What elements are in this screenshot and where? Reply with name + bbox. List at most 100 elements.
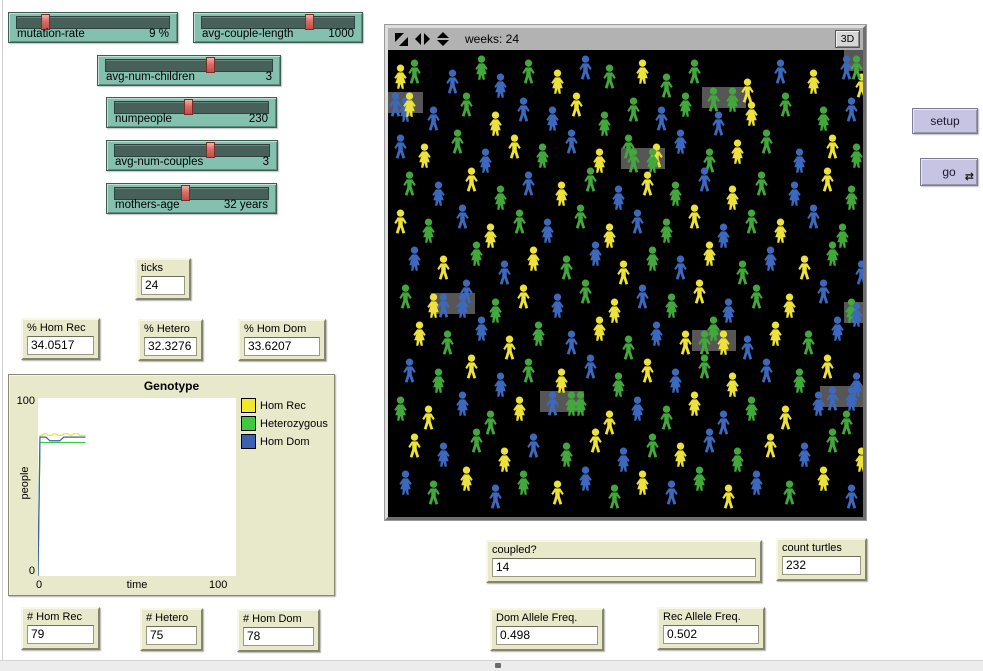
person-turtle (550, 293, 565, 318)
go-button-label: go (942, 165, 955, 179)
fullscreen-icon[interactable] (395, 33, 408, 46)
person-turtle (564, 391, 579, 416)
person-turtle (597, 111, 612, 136)
person-turtle (488, 298, 503, 323)
legend-swatch-hom-rec (241, 398, 256, 413)
person-turtle (692, 279, 707, 304)
person-turtle (697, 330, 712, 355)
forever-icon: ⇄ (965, 170, 974, 183)
go-button[interactable]: go ⇄ (920, 158, 978, 186)
person-turtle (469, 241, 484, 266)
y-axis-label: people (19, 453, 31, 513)
slider-label: avg-num-couples (115, 156, 203, 168)
slider-value: 32 years (224, 199, 268, 211)
person-turtle (407, 246, 422, 271)
monitor-value: 32.3276 (144, 337, 197, 356)
person-turtle (673, 255, 688, 280)
view-3d-button[interactable]: 3D (835, 30, 860, 48)
person-turtle (806, 69, 821, 94)
slider-avg-num-couples[interactable]: avg-num-couples 3 (106, 140, 278, 171)
person-turtle (564, 129, 579, 154)
person-turtle (573, 204, 588, 229)
window-left-edge (2, 0, 3, 661)
person-turtle (635, 59, 650, 84)
person-turtle (721, 298, 736, 323)
slider-avg-num-children[interactable]: avg-num-children 3 (97, 55, 281, 86)
person-turtle (550, 480, 565, 505)
person-turtle (849, 143, 863, 168)
slider-mutation-rate[interactable]: mutation-rate 9 % (8, 12, 178, 43)
setup-button-label: setup (930, 114, 959, 128)
person-turtle (516, 470, 531, 495)
person-turtle (792, 148, 807, 173)
person-turtle (616, 260, 631, 285)
person-turtle (635, 284, 650, 309)
person-turtle (697, 167, 712, 192)
person-turtle (721, 484, 736, 509)
slider-value: 230 (249, 113, 268, 125)
legend-label: Heterozygous (260, 418, 328, 430)
person-turtle (393, 209, 408, 234)
monitor-value: 79 (27, 625, 94, 644)
monitor-value: 14 (492, 558, 756, 577)
person-turtle (673, 129, 688, 154)
person-turtle (521, 171, 536, 196)
person-turtle (483, 410, 498, 435)
person-turtle (588, 241, 603, 266)
vertical-resize-icon[interactable] (437, 32, 449, 46)
world-view[interactable] (388, 50, 863, 517)
person-turtle (578, 279, 593, 304)
person-turtle (583, 167, 598, 192)
person-turtle (687, 59, 702, 84)
horizontal-resize-icon[interactable] (415, 33, 430, 45)
person-turtle (478, 148, 493, 173)
monitor-label: ticks (141, 262, 185, 275)
legend-label: Hom Dom (260, 436, 310, 448)
slider-avg-couple-length[interactable]: avg-couple-length 1000 (193, 12, 363, 43)
person-turtle (844, 484, 859, 509)
person-turtle (583, 354, 598, 379)
person-turtle (692, 466, 707, 491)
person-turtle (578, 466, 593, 491)
person-turtle (436, 255, 451, 280)
person-turtle (730, 139, 745, 164)
person-turtle (725, 372, 740, 397)
person-turtle (635, 470, 650, 495)
world-view-widget: weeks: 24 3D (385, 25, 866, 520)
plot-title: Genotype (9, 379, 334, 393)
plot-area (38, 398, 236, 576)
person-turtle (735, 260, 750, 285)
monitor-dom-allele-freq: Dom Allele Freq. 0.498 (490, 608, 604, 651)
person-turtle (725, 185, 740, 210)
person-turtle (792, 368, 807, 393)
person-turtle (493, 73, 508, 98)
setup-button[interactable]: setup (912, 108, 978, 134)
person-turtle (702, 241, 717, 266)
person-turtle (393, 396, 408, 421)
person-turtle (554, 181, 569, 206)
person-turtle (640, 358, 655, 383)
person-turtle (740, 78, 755, 103)
person-turtle (588, 428, 603, 453)
person-turtle (678, 92, 693, 117)
person-turtle (816, 106, 831, 131)
monitor-pct-hetero: % Hetero 32.3276 (138, 319, 203, 361)
slider-mothers-age[interactable]: mothers-age 32 years (106, 183, 277, 214)
monitor-label: # Hom Rec (27, 611, 94, 624)
monitor-label: # Hetero (146, 612, 197, 625)
person-turtle (455, 204, 470, 229)
slider-numpeople[interactable]: numpeople 230 (106, 97, 277, 128)
person-turtle (421, 405, 436, 430)
bottom-scrollbar[interactable] (0, 660, 983, 671)
person-turtle (740, 335, 755, 360)
person-turtle (730, 447, 745, 472)
scrollbar-grip[interactable] (495, 663, 501, 668)
legend-swatch-heterozygous (241, 416, 256, 431)
person-turtle (616, 447, 631, 472)
person-turtle (702, 428, 717, 453)
person-turtle (849, 302, 863, 327)
person-turtle (431, 368, 446, 393)
monitor-value: 34.0517 (27, 336, 94, 355)
person-turtle (816, 466, 831, 491)
person-turtle (611, 185, 626, 210)
